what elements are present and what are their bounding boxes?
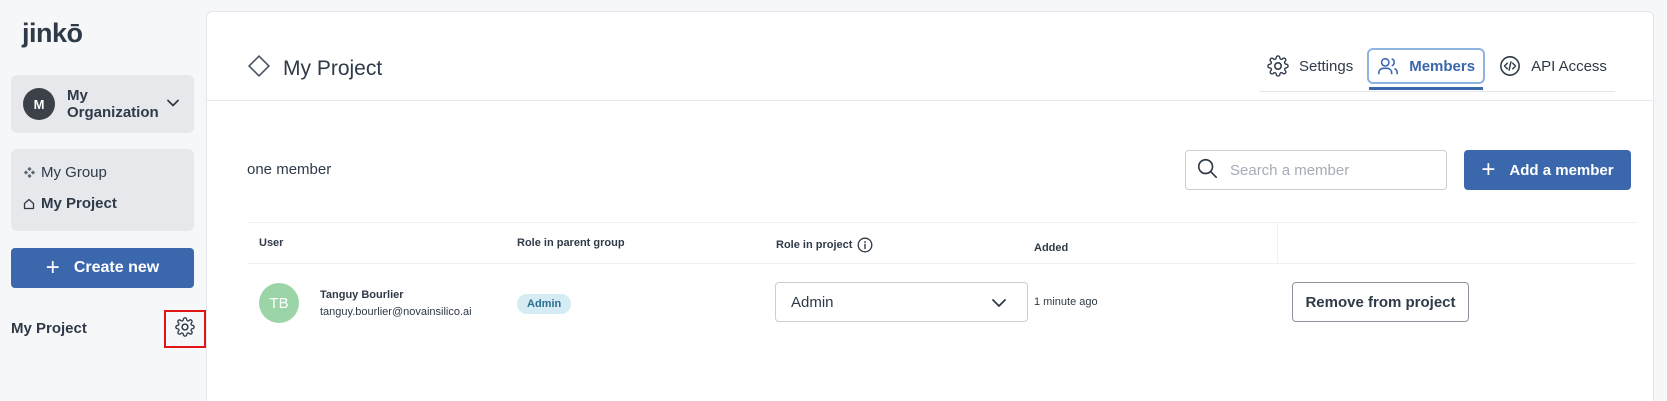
add-member-button[interactable]: + Add a member	[1464, 150, 1631, 190]
column-header-project-role: Role in project	[776, 237, 873, 253]
project-role-value: Admin	[791, 293, 834, 311]
members-table-header: User Role in parent group Role in projec…	[247, 222, 1637, 265]
search-input[interactable]	[1230, 161, 1430, 179]
page-title-text: My Project	[283, 57, 383, 80]
organization-selector[interactable]: M My Organization	[11, 75, 194, 133]
column-header-parent-role: Role in parent group	[517, 237, 625, 249]
sidebar-item-label: My Project	[41, 195, 117, 212]
app-logo[interactable]: jinkō	[22, 18, 83, 49]
group-diamond-icon	[21, 167, 37, 178]
chevron-down-icon	[991, 295, 1007, 315]
member-email: tanguy.bourlier@novainsilico.ai	[320, 306, 472, 318]
sidebar-item-label: My Group	[41, 164, 107, 181]
avatar: TB	[259, 283, 299, 323]
search-icon	[1196, 157, 1218, 184]
main-panel: My Project Settings Members API Access o…	[206, 11, 1655, 401]
member-count: one member	[247, 161, 332, 178]
column-header-actions	[1277, 222, 1637, 265]
member-search[interactable]	[1185, 150, 1447, 190]
sidebar-item-my-project[interactable]: My Project	[21, 195, 117, 212]
tab-members[interactable]: Members	[1367, 48, 1486, 90]
organization-avatar: M	[23, 88, 55, 120]
chevron-down-icon	[166, 96, 180, 115]
add-member-label: Add a member	[1509, 161, 1614, 179]
project-home-icon	[21, 198, 37, 210]
member-name: Tanguy Bourlier	[320, 289, 404, 301]
sidebar-item-my-group[interactable]: My Group	[21, 164, 107, 181]
gear-icon	[1267, 55, 1289, 77]
column-header-label: Role in project	[776, 239, 853, 251]
tab-label: API Access	[1531, 57, 1607, 75]
tab-api-access[interactable]: API Access	[1491, 48, 1615, 84]
page-title: My Project	[247, 54, 382, 84]
tab-label: Members	[1409, 57, 1476, 75]
sidebar-project-title: My Project	[11, 320, 87, 337]
plus-icon: +	[1481, 156, 1496, 183]
project-role-select[interactable]: Admin	[775, 282, 1028, 322]
member-added-time: 1 minute ago	[1034, 296, 1098, 308]
remove-from-project-button[interactable]: Remove from project	[1292, 282, 1469, 322]
organization-name: My Organization	[67, 87, 159, 121]
table-row: TB Tanguy Bourlier tanguy.bourlier@novai…	[247, 277, 1635, 337]
tab-label: Settings	[1299, 57, 1354, 75]
sidebar: jinkō M My Organization My Group My Proj…	[0, 0, 206, 401]
project-settings-button[interactable]	[164, 310, 206, 348]
header-divider	[207, 100, 1655, 101]
gear-icon	[175, 316, 195, 342]
create-new-label: Create new	[73, 259, 160, 276]
users-icon	[1377, 55, 1399, 77]
project-tabs: Settings Members API Access	[1259, 48, 1621, 104]
column-header-added: Added	[1034, 242, 1069, 254]
code-icon	[1499, 55, 1521, 77]
parent-role-badge: Admin	[517, 294, 572, 314]
create-new-button[interactable]: + Create new	[11, 248, 194, 288]
plus-icon: +	[45, 254, 60, 281]
project-diamond-icon	[247, 54, 271, 84]
column-header-user: User	[259, 237, 284, 249]
info-icon[interactable]	[857, 237, 873, 253]
sidebar-nav: My Group My Project	[11, 149, 194, 231]
tab-settings[interactable]: Settings	[1259, 48, 1361, 84]
